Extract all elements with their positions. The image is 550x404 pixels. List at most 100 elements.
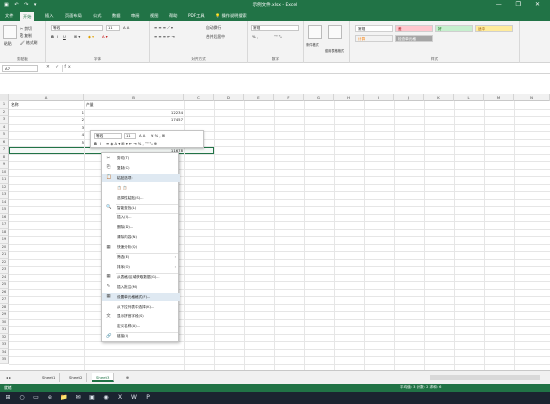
row-header[interactable]: 10 [0, 168, 9, 176]
tab-formulas[interactable]: 公式 [93, 13, 101, 19]
font-grow-icon[interactable]: A A [123, 25, 129, 30]
mini-format-row[interactable]: ≡ ◈ A ▾ ⊞ ▾ ⇤ ⇥ % , ⁺⁰ ⁰₀ ⊕ [106, 141, 157, 146]
cell-b3[interactable]: 17457 [140, 116, 183, 124]
tab-home[interactable]: 开始 [20, 12, 35, 21]
taskbar-app-icon[interactable]: W [130, 394, 138, 402]
row-header[interactable]: 3 [0, 116, 9, 124]
row-header[interactable]: 17 [0, 221, 9, 229]
taskbar-app-icon[interactable]: P [144, 394, 152, 402]
paste-icon[interactable] [3, 25, 17, 39]
row-header[interactable]: 24 [0, 273, 9, 281]
style-neutral[interactable]: 适中 [475, 25, 513, 32]
italic-button[interactable]: I [57, 34, 58, 39]
paste-button[interactable]: 粘贴 [4, 41, 12, 47]
style-calculation[interactable]: 计算 [355, 35, 393, 42]
row-header[interactable]: 26 [0, 288, 9, 296]
select-all-corner[interactable] [0, 94, 9, 101]
decimal-buttons[interactable]: ⁺⁰ ⁰₀ [274, 34, 282, 39]
style-good[interactable]: 好 [435, 25, 473, 32]
row-header[interactable]: 4 [0, 123, 9, 131]
sheet-tab-3[interactable]: Sheet3 [92, 373, 115, 382]
add-sheet-icon[interactable]: ⊕ [122, 373, 133, 382]
row-header[interactable]: 27 [0, 296, 9, 304]
column-header[interactable]: L [454, 94, 484, 101]
cell-a4[interactable]: 3 [44, 124, 84, 132]
row-header[interactable]: 22 [0, 258, 9, 266]
column-header[interactable]: D [214, 94, 244, 101]
column-header[interactable]: E [244, 94, 274, 101]
context-menu-item[interactable]: 筛选(E) › [102, 253, 180, 261]
cell-b1[interactable]: 产量 [86, 101, 94, 109]
row-header[interactable]: 8 [0, 153, 9, 161]
column-header[interactable]: A [9, 94, 84, 101]
context-menu-item[interactable]: ▦ 设置单元格格式(F)... [102, 292, 180, 301]
row-header[interactable]: 18 [0, 228, 9, 236]
context-menu-item[interactable]: 🔍 智能查找(L) [102, 204, 180, 212]
column-header[interactable]: K [424, 94, 454, 101]
window-controls[interactable]: — ❐ ✕ [496, 1, 546, 8]
tab-pdf-tools[interactable]: PDF工具 [188, 13, 205, 19]
row-header[interactable]: 21 [0, 251, 9, 259]
row-header[interactable]: 12 [0, 183, 9, 191]
context-menu-item[interactable]: 📋 📋 [102, 184, 180, 192]
format-as-table-button[interactable]: 套用表格格式 [325, 48, 344, 53]
column-header[interactable]: C [184, 94, 214, 101]
tab-data[interactable]: 数据 [112, 13, 120, 19]
context-menu-item[interactable]: 从下拉列表中选择(K)... [102, 303, 180, 311]
cut-button[interactable]: ✂ 剪切 [20, 26, 32, 32]
row-header[interactable]: 19 [0, 236, 9, 244]
row-header[interactable]: 25 [0, 281, 9, 289]
format-painter-button[interactable]: 🖌 格式刷 [20, 40, 37, 46]
conditional-format-button[interactable]: 条件格式 [306, 42, 319, 47]
row-header[interactable]: 31 [0, 326, 9, 334]
tab-review[interactable]: 审阅 [131, 13, 139, 19]
fill-color-icon[interactable]: ◆ ▾ [88, 34, 94, 39]
cell-a5[interactable]: 4 [44, 131, 84, 139]
format-table-icon[interactable] [328, 25, 342, 39]
context-menu-item[interactable]: 插入(I)... [102, 213, 180, 221]
column-header[interactable]: B [84, 94, 184, 101]
tell-me-search[interactable]: 💡 操作说明搜索 [215, 13, 247, 19]
row-header[interactable]: 29 [0, 311, 9, 319]
wrap-text-button[interactable]: 自动换行 [206, 25, 221, 31]
context-menu-item[interactable]: ✂ 剪切(T) [102, 154, 180, 162]
row-header[interactable]: 2 [0, 108, 9, 116]
cell-a2[interactable]: 1 [44, 109, 84, 117]
conditional-format-icon[interactable] [308, 25, 322, 39]
row-header[interactable]: 5 [0, 131, 9, 139]
taskbar-app-icon[interactable]: ▭ [32, 394, 40, 402]
mini-italic-button[interactable]: I [100, 141, 101, 146]
worksheet-grid[interactable]: A B C D E F G H I J K L M N 名称 产量 1 1223… [0, 94, 550, 370]
row-header[interactable]: 7 [0, 146, 9, 154]
column-header[interactable]: N [514, 94, 550, 101]
tab-view[interactable]: 视图 [150, 13, 158, 19]
copy-button[interactable]: ⎘ 复制 [20, 33, 32, 39]
bold-button[interactable]: B [51, 34, 54, 39]
context-menu-item[interactable]: 排序(O) › [102, 263, 180, 271]
taskbar-app-icon[interactable]: ⊞ [4, 394, 12, 402]
style-bad[interactable]: 差 [395, 25, 433, 32]
row-header[interactable]: 1 [0, 101, 9, 109]
sheet-nav-arrows[interactable]: ◂ ▸ [2, 373, 15, 382]
context-menu-item[interactable]: ▦ 快速分析(Q) [102, 243, 180, 251]
cell-a6[interactable]: 5 [44, 139, 84, 147]
column-header[interactable]: M [484, 94, 514, 101]
context-menu-item[interactable]: 清除内容(N) [102, 233, 180, 241]
context-menu-item[interactable]: 定义名称(A)... [102, 322, 180, 330]
row-header[interactable]: 9 [0, 161, 9, 169]
sheet-tab-1[interactable]: Sheet1 [38, 373, 61, 382]
column-header[interactable]: G [304, 94, 334, 101]
context-menu-item[interactable]: ✎ 插入批注(M) [102, 283, 180, 291]
cell-a3[interactable]: 2 [44, 116, 84, 124]
align-top-icons[interactable]: ≡ ≡ ≡ ⟋ ▾ [154, 25, 173, 30]
horizontal-scrollbar[interactable] [430, 375, 540, 380]
column-header[interactable]: I [364, 94, 394, 101]
row-header[interactable]: 15 [0, 206, 9, 214]
context-menu-item[interactable]: 📋 粘贴选项: [102, 173, 180, 183]
mini-font-select[interactable]: 等线 [94, 133, 122, 139]
taskbar-app-icon[interactable]: ✉ [74, 394, 82, 402]
style-check-cell[interactable]: 检查单元格 [395, 35, 433, 42]
tab-page-layout[interactable]: 页面布局 [65, 13, 82, 19]
font-name-select[interactable]: 等线 [51, 25, 103, 31]
taskbar-app-icon[interactable]: ▣ [88, 394, 96, 402]
